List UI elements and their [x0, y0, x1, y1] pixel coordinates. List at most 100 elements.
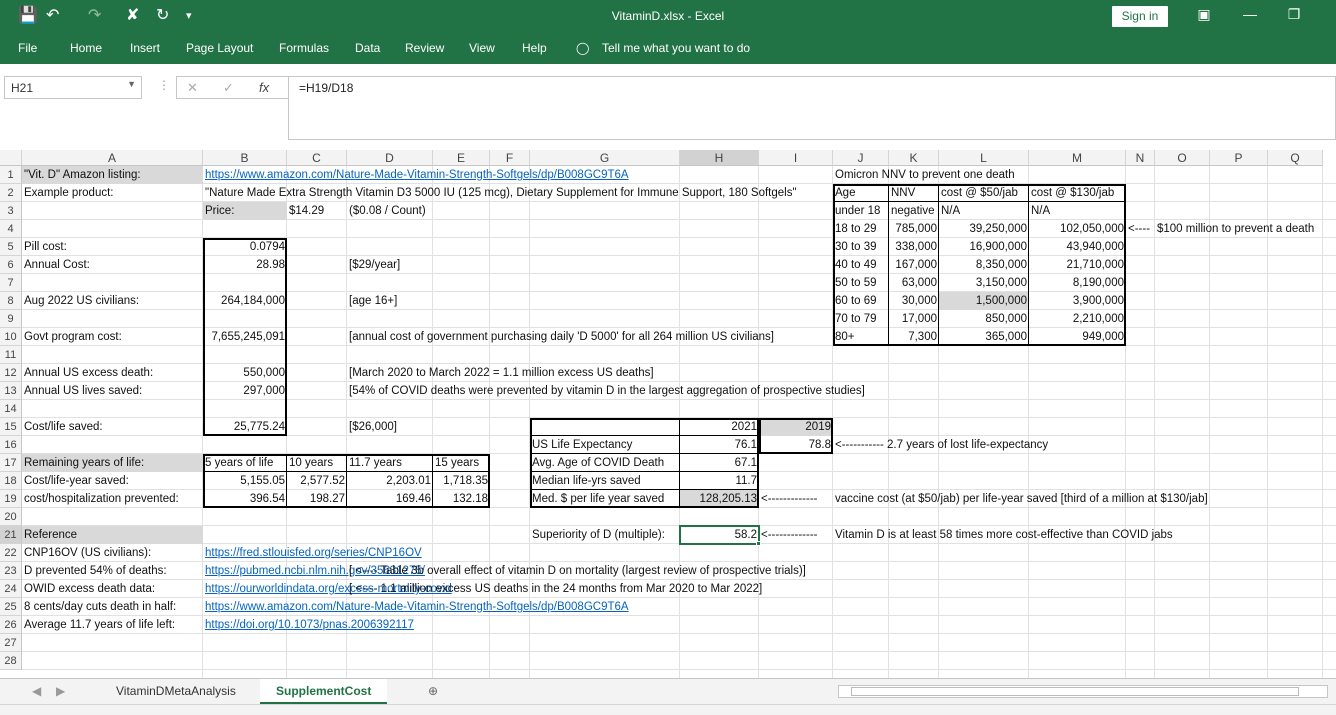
column-header-o[interactable]: O — [1155, 150, 1210, 166]
scrollbar-thumb[interactable] — [851, 687, 1299, 696]
row-header-11[interactable]: 11 — [0, 346, 22, 364]
column-header-f[interactable]: F — [490, 150, 530, 166]
insert-function-icon[interactable]: fx — [259, 80, 269, 95]
row-header-19[interactable]: 19 — [0, 490, 22, 508]
column-header-b[interactable]: B — [203, 150, 287, 166]
row-header-23[interactable]: 23 — [0, 562, 22, 580]
tab-review[interactable]: Review — [405, 41, 444, 55]
select-all-corner[interactable] — [0, 150, 22, 166]
enter-icon[interactable]: ✓ — [223, 80, 234, 96]
row-header-2[interactable]: 2 — [0, 184, 22, 202]
row-header-12[interactable]: 12 — [0, 364, 22, 382]
minimize-icon[interactable]: — — [1240, 6, 1260, 22]
column-header-e[interactable]: E — [433, 150, 490, 166]
row-header-15[interactable]: 15 — [0, 418, 22, 436]
column-header-i[interactable]: I — [759, 150, 833, 166]
column-header-l[interactable]: L — [939, 150, 1029, 166]
cell-a23[interactable]: D prevented 54% of deaths: — [22, 562, 203, 580]
selected-cell-h21[interactable] — [679, 525, 760, 545]
column-header-a[interactable]: A — [22, 150, 203, 166]
cell-j1[interactable]: Omicron NNV to prevent one death — [833, 166, 1053, 184]
chevron-down-icon[interactable]: ▼ — [127, 79, 136, 89]
row-header-16[interactable]: 16 — [0, 436, 22, 454]
ribbon-display-icon[interactable]: ▣ — [1194, 6, 1214, 23]
cell-a10[interactable]: Govt program cost: — [22, 328, 203, 346]
tab-view[interactable]: View — [469, 41, 495, 55]
cell-a13[interactable]: Annual US lives saved: — [22, 382, 203, 400]
cell-b22[interactable]: https://fred.stlouisfed.org/series/CNP16… — [203, 544, 483, 562]
column-header-c[interactable]: C — [287, 150, 347, 166]
cell-j16[interactable]: <----------- 2.7 years of lost life-expe… — [833, 436, 1133, 454]
cell-a22[interactable]: CNP16OV (US civilians): — [22, 544, 203, 562]
row-header-5[interactable]: 5 — [0, 238, 22, 256]
row-header-27[interactable]: 27 — [0, 634, 22, 652]
row-header-24[interactable]: 24 — [0, 580, 22, 598]
cell-b25[interactable]: https://www.amazon.com/Nature-Made-Vitam… — [203, 598, 723, 616]
cancel-icon[interactable]: ✕ — [187, 80, 198, 96]
tab-help[interactable]: Help — [522, 41, 547, 55]
column-header-q[interactable]: Q — [1268, 150, 1323, 166]
row-header-7[interactable]: 7 — [0, 274, 22, 292]
cell-g21[interactable]: Superiority of D (multiple): — [530, 526, 680, 544]
tab-insert[interactable]: Insert — [130, 41, 160, 55]
row-header-18[interactable]: 18 — [0, 472, 22, 490]
cell-c3[interactable]: $14.29 — [287, 202, 347, 220]
row-header-1[interactable]: 1 — [0, 166, 22, 184]
cell-d6[interactable]: [$29/year] — [347, 256, 433, 274]
cell-b1[interactable]: https://www.amazon.com/Nature-Made-Vitam… — [203, 166, 723, 184]
row-header-13[interactable]: 13 — [0, 382, 22, 400]
cell-d13[interactable]: [54% of COVID deaths were prevented by v… — [347, 382, 907, 400]
cell-o4[interactable]: $100 million to prevent a death — [1155, 220, 1336, 238]
cell-d15[interactable]: [$26,000] — [347, 418, 433, 436]
cell-a5[interactable]: Pill cost: — [22, 238, 203, 256]
row-header-4[interactable]: 4 — [0, 220, 22, 238]
row-header-25[interactable]: 25 — [0, 598, 22, 616]
horizontal-scrollbar[interactable] — [838, 685, 1328, 698]
tab-data[interactable]: Data — [355, 41, 380, 55]
row-header-21[interactable]: 21 — [0, 526, 22, 544]
cell-b26[interactable]: https://doi.org/10.1073/pnas.2006392117 — [203, 616, 483, 634]
cell-a26[interactable]: Average 11.7 years of life left: — [22, 616, 203, 634]
spreadsheet-grid[interactable]: A B C D E F G H I J K L M N O P Q 1 2 3 4 5 6 7 8 9 10 11 12 13 14 15 16… — [0, 150, 1336, 678]
cell-a6[interactable]: Annual Cost: — [22, 256, 203, 274]
next-sheet-icon[interactable]: ▶ — [40, 679, 81, 705]
cell-a12[interactable]: Annual US excess death: — [22, 364, 203, 382]
column-header-d[interactable]: D — [347, 150, 433, 166]
tell-me-search[interactable]: Tell me what you want to do — [602, 41, 750, 55]
cell-a15[interactable]: Cost/life saved: — [22, 418, 203, 436]
row-header-6[interactable]: 6 — [0, 256, 22, 274]
formula-input[interactable]: =H19/D18 — [288, 76, 1336, 140]
column-header-p[interactable]: P — [1210, 150, 1268, 166]
cell-d23[interactable]: [ <---- Table 3b overall effect of vitam… — [347, 562, 867, 580]
cell-d10[interactable]: [annual cost of government purchasing da… — [347, 328, 827, 346]
cell-a21[interactable]: Reference — [22, 526, 203, 544]
cell-j21[interactable]: Vitamin D is at least 58 times more cost… — [833, 526, 1253, 544]
cell-i19[interactable]: <------------- — [759, 490, 833, 508]
cell-a17[interactable]: Remaining years of life: — [22, 454, 203, 472]
tab-formulas[interactable]: Formulas — [279, 41, 329, 55]
row-header-8[interactable]: 8 — [0, 292, 22, 310]
column-header-g[interactable]: G — [530, 150, 680, 166]
sign-in-button[interactable]: Sign in — [1112, 6, 1168, 27]
cell-a2[interactable]: Example product: — [22, 184, 203, 202]
cell-a18[interactable]: Cost/life-year saved: — [22, 472, 203, 490]
cell-a25[interactable]: 8 cents/day cuts death in half: — [22, 598, 203, 616]
cell-n4[interactable]: <---- — [1126, 220, 1155, 238]
fill-handle[interactable] — [756, 541, 761, 546]
column-header-j[interactable]: J — [833, 150, 889, 166]
cell-a1[interactable]: "Vit. D" Amazon listing: — [22, 166, 203, 184]
tab-file[interactable]: File — [18, 41, 37, 55]
row-header-28[interactable]: 28 — [0, 652, 22, 670]
row-header-10[interactable]: 10 — [0, 328, 22, 346]
row-header-9[interactable]: 9 — [0, 310, 22, 328]
row-header-22[interactable]: 22 — [0, 544, 22, 562]
sheet-tab-vitamindmetaanalysis[interactable]: VitaminDMetaAnalysis — [100, 679, 252, 705]
cell-d8[interactable]: [age 16+] — [347, 292, 433, 310]
cell-a24[interactable]: OWID excess death data: — [22, 580, 203, 598]
row-header-14[interactable]: 14 — [0, 400, 22, 418]
restore-icon[interactable]: ❐ — [1284, 6, 1304, 23]
column-header-m[interactable]: M — [1029, 150, 1126, 166]
column-header-h[interactable]: H — [680, 150, 759, 166]
cell-a8[interactable]: Aug 2022 US civilians: — [22, 292, 203, 310]
row-header-26[interactable]: 26 — [0, 616, 22, 634]
